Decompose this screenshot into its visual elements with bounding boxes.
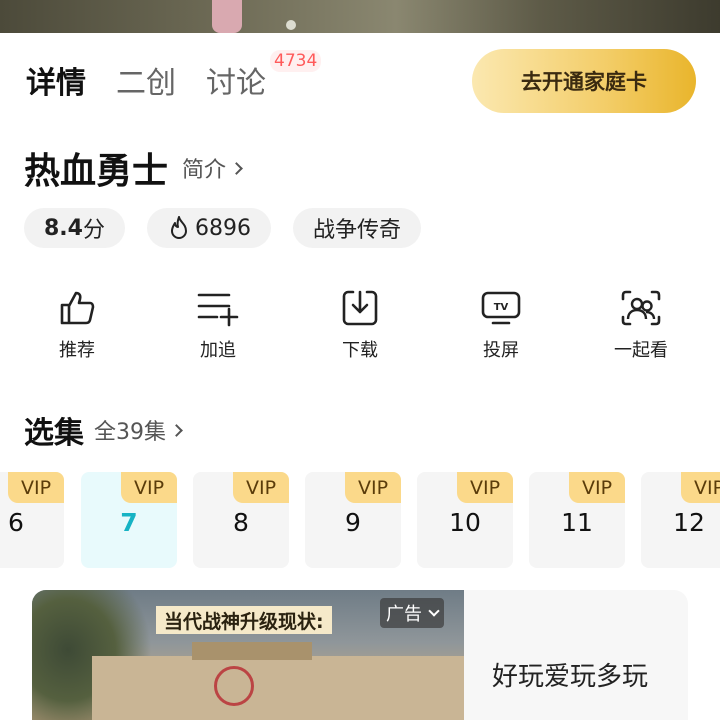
ad-caption: 当代战神升级现状: [156,606,332,634]
chevron-right-icon [170,423,183,437]
episode-item[interactable]: VIP 12 [641,472,720,568]
tv-cast-icon: TV [481,291,521,325]
episode-item[interactable]: VIP 8 [193,472,289,568]
add-to-list-icon [197,293,239,327]
tab-details[interactable]: 详情 [26,58,86,102]
episode-number: 10 [449,508,481,537]
chevron-right-icon [230,161,243,175]
episode-number: 6 [8,508,24,537]
download-icon [342,290,378,326]
family-card-button[interactable]: 去开通家庭卡 [472,49,696,113]
ad-text: 好玩爱玩多玩 [492,662,649,692]
episodes-count-label: 全39集 [94,420,166,445]
tab-bar: 详情 二创 讨论 4734 [26,50,322,102]
episode-item[interactable]: VIP 9 [305,472,401,568]
download-label: 下载 [342,340,378,361]
episode-number: 8 [233,508,249,537]
episode-item-selected[interactable]: VIP 7 [81,472,177,568]
episode-number: 7 [120,508,138,537]
video-frame-detail [212,0,242,33]
score-value: 8.4 [44,215,83,241]
tag-row: 8.4 分 6896 战争传奇 [24,208,443,248]
vip-badge: VIP [569,472,625,503]
vip-badge: VIP [8,472,64,503]
chevron-down-icon [428,605,440,617]
episodes-title: 选集 [24,416,84,451]
tab-discussion[interactable]: 讨论 4734 [206,50,322,102]
video-frame-detail [286,20,296,30]
vip-badge: VIP [121,472,177,503]
title-row: 热血勇士 简介 [24,142,243,194]
watch-together-icon [621,290,661,326]
episode-item[interactable]: VIP 10 [417,472,513,568]
episode-number: 11 [561,508,593,537]
video-player-bottom[interactable] [0,0,720,33]
ad-image[interactable]: 当代战神升级现状: 广告 [32,590,464,720]
show-title: 热血勇士 [24,151,169,192]
score-unit: 分 [82,218,105,243]
genre-label: 战争传奇 [313,218,402,243]
add-to-list-button[interactable]: 加追 [168,286,268,362]
ad-image-detail [92,656,464,720]
watch-together-button[interactable]: 一起看 [591,286,691,362]
tab-derivative[interactable]: 二创 [116,58,176,102]
vip-badge: VIP [345,472,401,503]
heat-tag[interactable]: 6896 [147,208,271,248]
episode-number: 9 [345,508,361,537]
intro-label: 简介 [182,158,227,183]
episode-item[interactable]: VIP 11 [529,472,625,568]
episode-number: 12 [673,508,705,537]
vip-badge: VIP [233,472,289,503]
svg-text:TV: TV [494,302,509,313]
all-episodes-link[interactable]: 全39集 [94,414,183,446]
episodes-header: 选集 全39集 [24,408,183,452]
download-button[interactable]: 下载 [310,286,410,362]
action-bar: 推荐 加追 下载 TV 投屏 一起看 [0,286,720,366]
ad-image-detail [214,666,254,706]
thumbs-up-icon [60,291,95,325]
episode-item[interactable]: VIP 6 [0,472,64,568]
vip-badge: VIP [457,472,513,503]
recommend-label: 推荐 [59,340,95,361]
watch-together-label: 一起看 [614,340,668,361]
recommend-button[interactable]: 推荐 [27,286,127,362]
ad-badge[interactable]: 广告 [380,598,444,628]
flame-icon [171,216,187,239]
genre-tag[interactable]: 战争传奇 [293,208,422,248]
heat-value: 6896 [195,215,251,241]
cast-button[interactable]: TV 投屏 [451,286,551,362]
ad-badge-label: 广告 [386,604,422,625]
ad-image-detail [192,642,312,660]
vip-badge: VIP [681,472,720,503]
intro-link[interactable]: 简介 [182,152,243,184]
discussion-count-badge: 4734 [270,50,322,72]
cast-label: 投屏 [483,340,519,361]
episode-list[interactable]: VIP 6 VIP 7 VIP 8 VIP 9 VIP 10 VIP 11 VI… [0,472,720,568]
ad-card[interactable]: 当代战神升级现状: 广告 好玩爱玩多玩 [32,590,688,720]
score-tag: 8.4 分 [24,208,125,248]
add-to-list-label: 加追 [200,340,236,361]
